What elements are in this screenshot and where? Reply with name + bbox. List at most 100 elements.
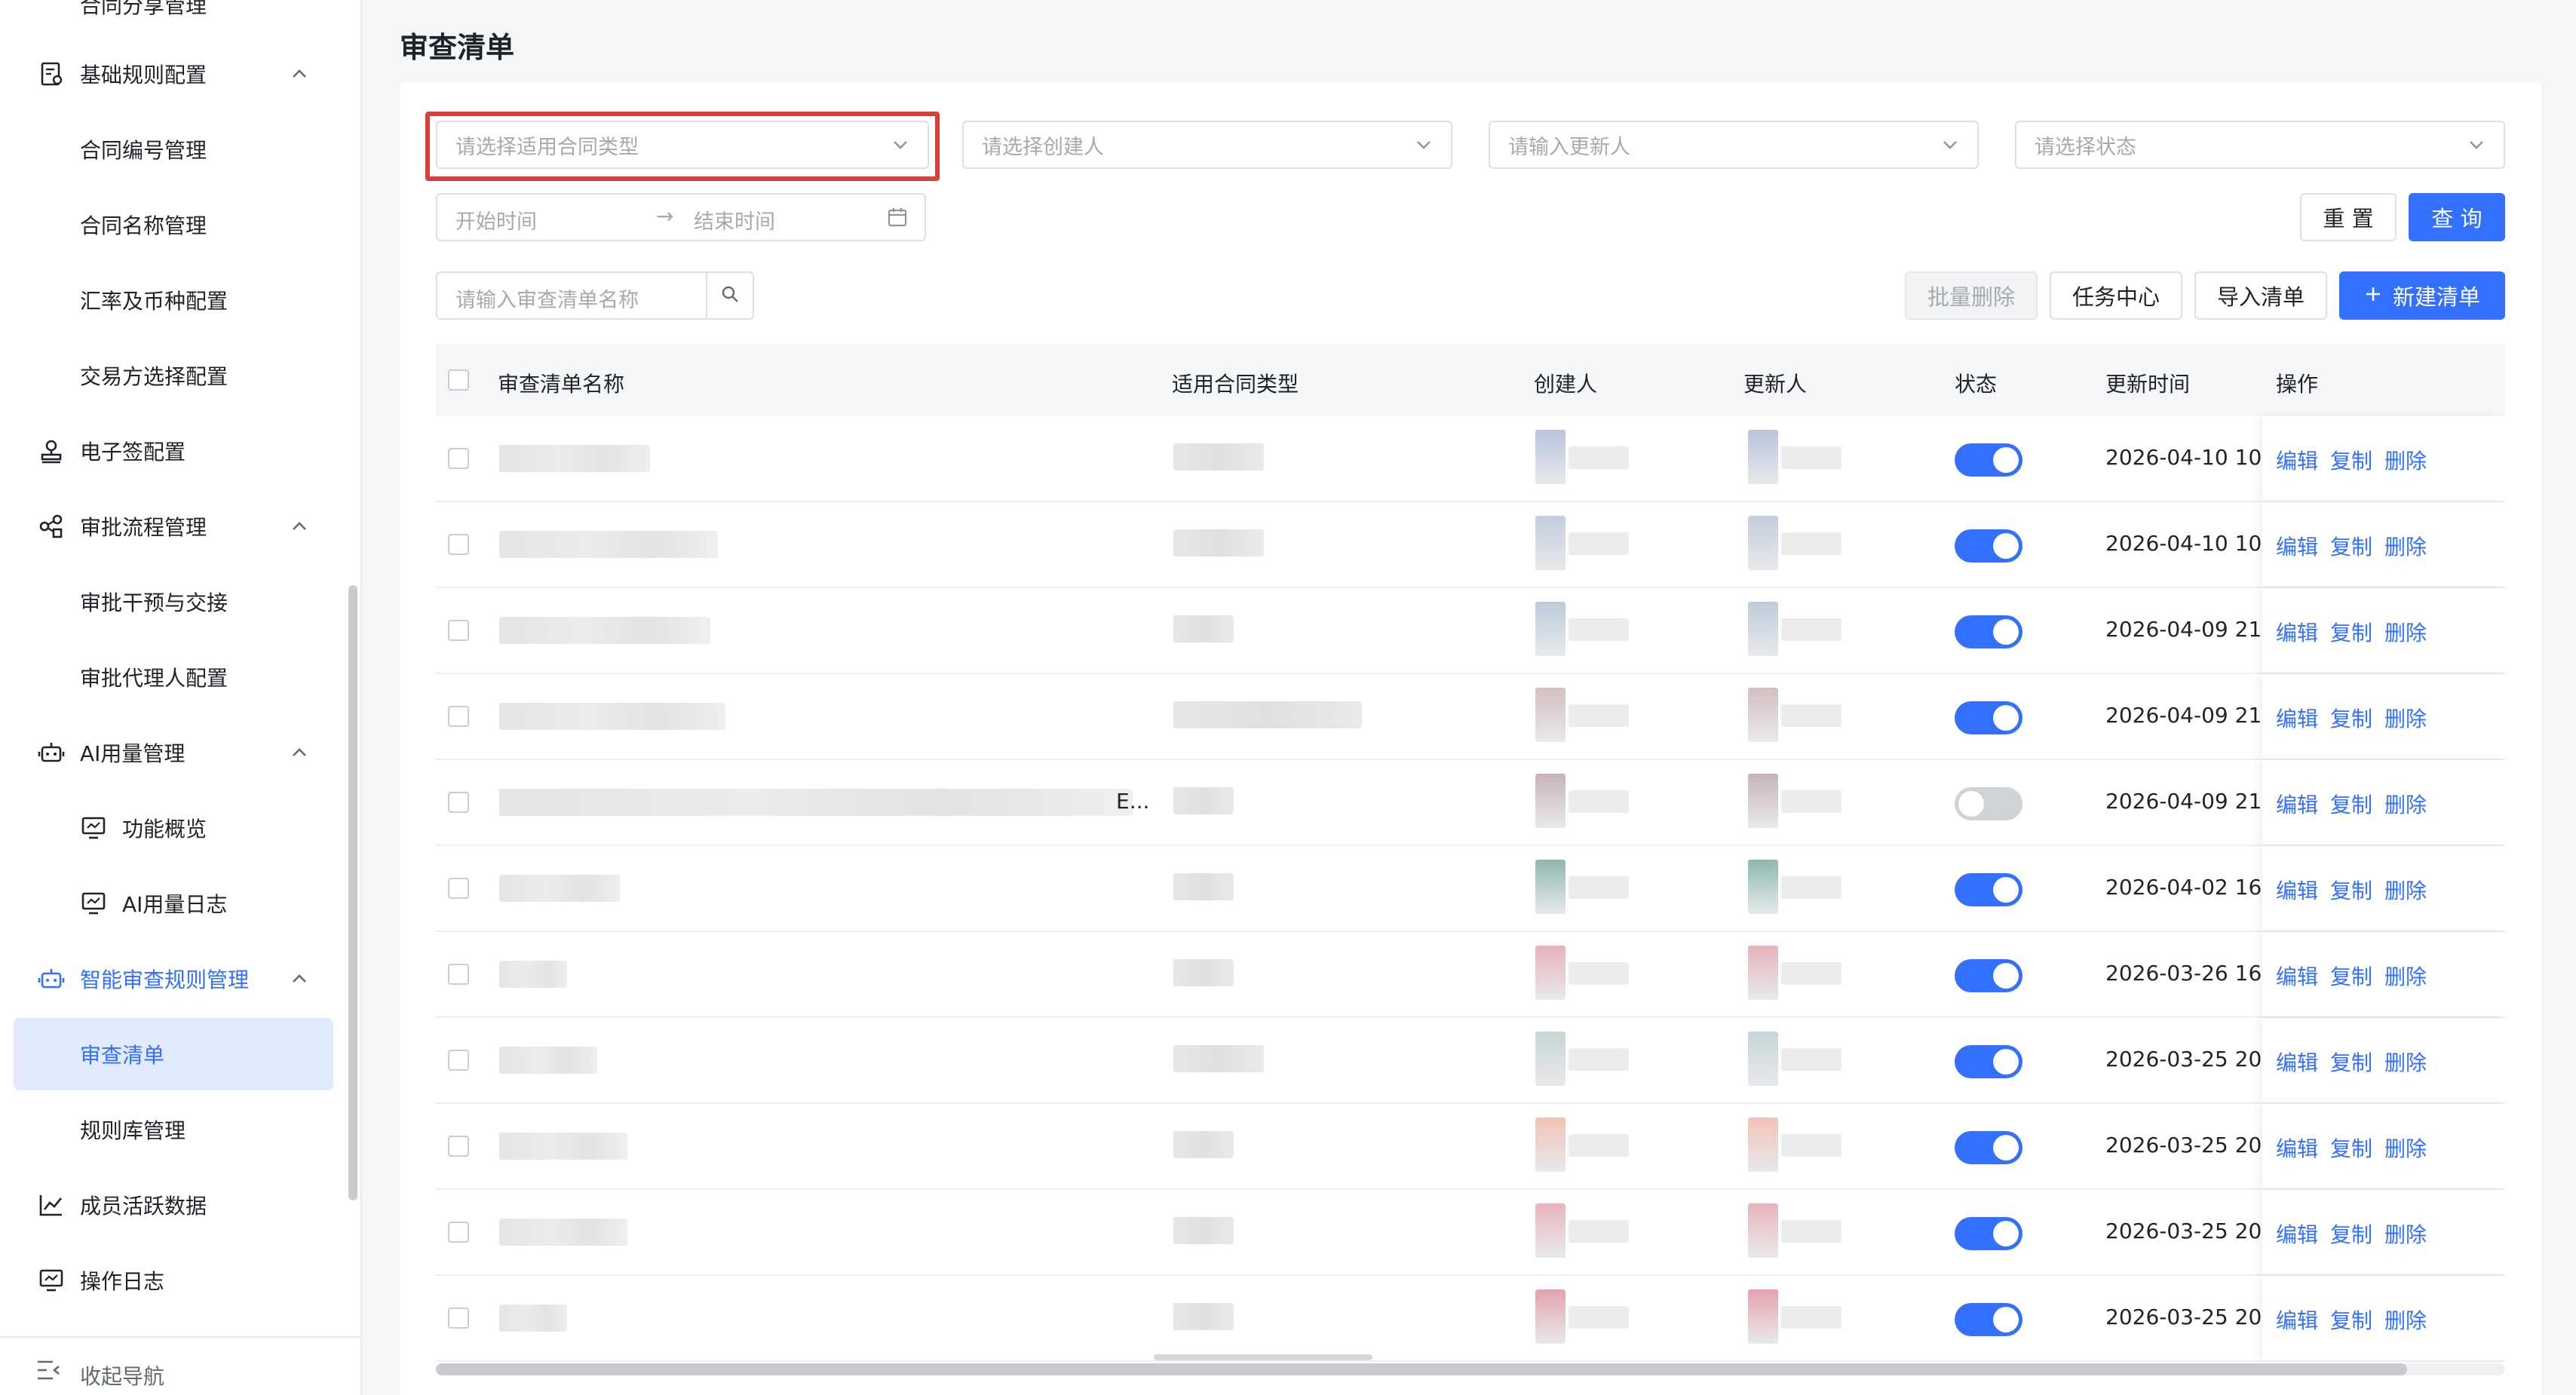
import-list-button[interactable]: 导入清单 [2194, 271, 2327, 320]
redacted-list-name[interactable] [499, 617, 710, 644]
status-toggle[interactable] [1955, 1045, 2022, 1078]
edit-link[interactable]: 编辑 [2276, 531, 2318, 561]
copy-link[interactable]: 复制 [2330, 961, 2372, 991]
row-checkbox[interactable] [448, 620, 469, 641]
delete-link[interactable]: 删除 [2384, 531, 2427, 561]
status-toggle[interactable] [1955, 1131, 2022, 1164]
start-time-input[interactable]: 开始时间 [455, 205, 537, 235]
search-input[interactable]: 请输入审查清单名称 [436, 271, 754, 320]
copy-link[interactable]: 复制 [2330, 445, 2372, 475]
copy-link[interactable]: 复制 [2330, 1219, 2372, 1249]
sidebar-group-approval[interactable]: 审批流程管理 [0, 489, 362, 564]
row-checkbox[interactable] [448, 706, 469, 727]
copy-link[interactable]: 复制 [2330, 1133, 2372, 1163]
query-button[interactable]: 查 询 [2409, 193, 2505, 241]
sidebar-scrollbar[interactable] [348, 585, 357, 1200]
status-select[interactable]: 请选择状态 [2015, 121, 2505, 169]
sidebar-item-approval-handover[interactable]: 审批干预与交接 [0, 564, 362, 639]
sidebar-item-rule-library[interactable]: 规则库管理 [0, 1092, 362, 1167]
redacted-list-name[interactable] [499, 531, 718, 558]
status-toggle[interactable] [1955, 701, 2022, 734]
row-checkbox[interactable] [448, 964, 469, 985]
sidebar-item-operation-log[interactable]: 操作日志 [0, 1243, 362, 1318]
copy-link[interactable]: 复制 [2330, 875, 2372, 905]
new-list-button[interactable]: 新建清单 [2339, 271, 2505, 320]
delete-link[interactable]: 删除 [2384, 1133, 2427, 1163]
chevron-up-icon[interactable] [290, 969, 309, 989]
redacted-list-name[interactable] [499, 789, 1133, 816]
status-toggle[interactable] [1955, 959, 2022, 992]
sidebar-item-feature-overview[interactable]: 功能概览 [0, 790, 362, 866]
batch-delete-button[interactable]: 批量删除 [1905, 271, 2038, 320]
chevron-up-icon[interactable] [290, 517, 309, 536]
reset-button[interactable]: 重 置 [2300, 193, 2397, 241]
edit-link[interactable]: 编辑 [2276, 1133, 2318, 1163]
redacted-list-name[interactable] [499, 445, 650, 472]
copy-link[interactable]: 复制 [2330, 703, 2372, 733]
redacted-list-name[interactable] [499, 1219, 627, 1246]
row-checkbox[interactable] [448, 792, 469, 813]
copy-link[interactable]: 复制 [2330, 1305, 2372, 1335]
edit-link[interactable]: 编辑 [2276, 1305, 2318, 1335]
delete-link[interactable]: 删除 [2384, 1219, 2427, 1249]
copy-link[interactable]: 复制 [2330, 1047, 2372, 1077]
task-center-button[interactable]: 任务中心 [2050, 271, 2182, 320]
table-row[interactable]: 2026-03-25 20: 编辑 复制 删除 [436, 1276, 2505, 1362]
edit-link[interactable]: 编辑 [2276, 445, 2318, 475]
sidebar-item-review-list[interactable] [14, 1018, 333, 1090]
sidebar-item-contract-name[interactable]: 合同名称管理 [0, 187, 362, 262]
redacted-list-name[interactable] [499, 703, 725, 730]
edit-link[interactable]: 编辑 [2276, 789, 2318, 819]
copy-link[interactable]: 复制 [2330, 531, 2372, 561]
row-checkbox[interactable] [448, 448, 469, 469]
row-checkbox[interactable] [448, 878, 469, 899]
table-row[interactable]: 2026-03-25 20: 编辑 复制 删除 [436, 1104, 2505, 1190]
edit-link[interactable]: 编辑 [2276, 703, 2318, 733]
delete-link[interactable]: 删除 [2384, 703, 2427, 733]
table-row[interactable]: 2026-04-09 21: 编辑 复制 删除 [436, 674, 2505, 760]
table-row[interactable]: 2026-03-25 20: 编辑 复制 删除 [436, 1018, 2505, 1104]
chevron-up-icon[interactable] [290, 743, 309, 762]
delete-link[interactable]: 删除 [2384, 1047, 2427, 1077]
table-row[interactable]: 2026-04-10 10: 编辑 复制 删除 [436, 502, 2505, 588]
table-row[interactable]: E... 2026-04-09 21: 编辑 复制 删除 [436, 760, 2505, 846]
sidebar-group-smart-review[interactable]: 智能审查规则管理 [0, 941, 362, 1016]
sidebar-item-ai-usage-log[interactable]: AI用量日志 [0, 866, 362, 941]
select-all-checkbox[interactable] [448, 369, 469, 391]
table-row[interactable]: 2026-04-02 16: 编辑 复制 删除 [436, 846, 2505, 932]
sidebar-group-basic-rules[interactable]: 基础规则配置 [0, 36, 362, 112]
redacted-list-name[interactable] [499, 961, 567, 988]
status-toggle[interactable] [1955, 1217, 2022, 1250]
sidebar-item-approval-proxy[interactable]: 审批代理人配置 [0, 639, 362, 715]
row-checkbox[interactable] [448, 1050, 469, 1071]
row-checkbox[interactable] [448, 1136, 469, 1157]
inner-scrollbar[interactable] [1154, 1354, 1372, 1360]
status-toggle[interactable] [1955, 1303, 2022, 1336]
collapse-nav-button[interactable]: 收起导航 [36, 1359, 164, 1389]
sidebar-item-contract-number[interactable]: 合同编号管理 [0, 112, 362, 187]
copy-link[interactable]: 复制 [2330, 789, 2372, 819]
edit-link[interactable]: 编辑 [2276, 1047, 2318, 1077]
delete-link[interactable]: 删除 [2384, 1305, 2427, 1335]
sidebar-group-ai-usage[interactable]: AI用量管理 [0, 715, 362, 790]
redacted-list-name[interactable] [499, 1133, 627, 1160]
row-checkbox[interactable] [448, 534, 469, 555]
chevron-up-icon[interactable] [290, 64, 309, 84]
end-time-input[interactable]: 结束时间 [694, 205, 775, 235]
redacted-list-name[interactable] [499, 1047, 597, 1074]
status-toggle[interactable] [1955, 529, 2022, 563]
delete-link[interactable]: 删除 [2384, 875, 2427, 905]
table-row[interactable]: 2026-04-10 10: 编辑 复制 删除 [436, 416, 2505, 502]
delete-link[interactable]: 删除 [2384, 961, 2427, 991]
status-toggle[interactable] [1955, 873, 2022, 906]
creator-select[interactable]: 请选择创建人 [962, 121, 1452, 169]
edit-link[interactable]: 编辑 [2276, 961, 2318, 991]
edit-link[interactable]: 编辑 [2276, 617, 2318, 647]
sidebar-item-member-activity[interactable]: 成员活跃数据 [0, 1167, 362, 1243]
status-toggle[interactable] [1955, 443, 2022, 477]
date-range-picker[interactable]: 开始时间 → 结束时间 [436, 193, 926, 241]
copy-link[interactable]: 复制 [2330, 617, 2372, 647]
delete-link[interactable]: 删除 [2384, 445, 2427, 475]
sidebar-item-esign[interactable]: 电子签配置 [0, 413, 362, 489]
delete-link[interactable]: 删除 [2384, 617, 2427, 647]
